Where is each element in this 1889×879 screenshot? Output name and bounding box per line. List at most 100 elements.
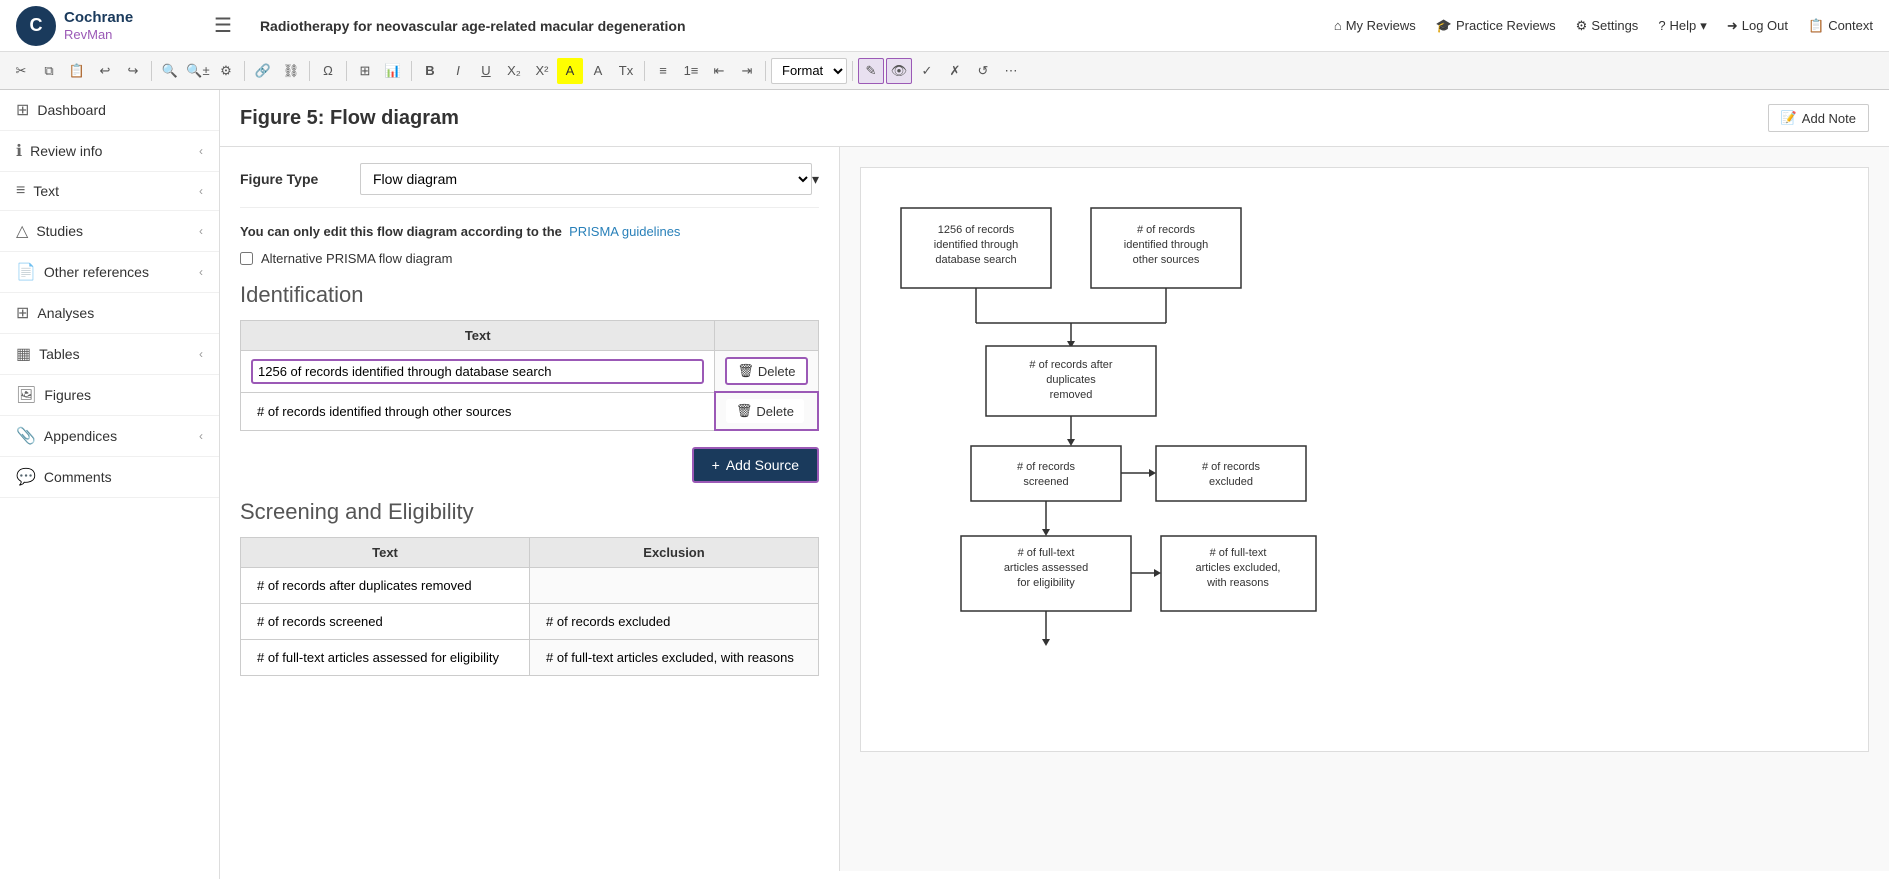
sidebar-item-label: Appendices: [44, 428, 117, 444]
dashboard-icon: ⊞: [16, 100, 29, 120]
screening-exclusion-2[interactable]: [540, 610, 808, 633]
toolbar-separator-1: [151, 61, 152, 81]
logo-icon: C: [16, 6, 56, 46]
edit-panel: Figure Type Flow diagram ▾ You can only …: [220, 147, 840, 871]
sidebar-item-text[interactable]: ≡ Text ‹: [0, 172, 219, 211]
superscript-button[interactable]: X²: [529, 58, 555, 84]
view-toggle-button[interactable]: 👁: [886, 58, 912, 84]
delete-row-2-button[interactable]: 🗑 Delete: [726, 399, 804, 423]
svg-text:screened: screened: [1023, 476, 1068, 488]
toolbar-separator-8: [852, 61, 853, 81]
bold-button[interactable]: B: [417, 58, 443, 84]
logo: C Cochrane RevMan: [16, 6, 186, 46]
logout-link[interactable]: ➜ Log Out: [1727, 18, 1788, 34]
sidebar-item-comments[interactable]: 💬 Comments: [0, 457, 219, 498]
figure-type-select[interactable]: Flow diagram: [360, 163, 812, 195]
prisma-info: You can only edit this flow diagram acco…: [240, 224, 819, 239]
toolbar-separator-7: [765, 61, 766, 81]
my-reviews-link[interactable]: ⌂ My Reviews: [1334, 18, 1416, 33]
svg-text:for eligibility: for eligibility: [1017, 577, 1075, 589]
remove-link-button[interactable]: ⛓: [278, 58, 304, 84]
settings-link[interactable]: ⚙ Settings: [1576, 18, 1639, 34]
screening-text-1[interactable]: [251, 574, 519, 597]
color-button[interactable]: A: [585, 58, 611, 84]
sidebar-item-label: Text: [33, 183, 59, 199]
screening-text-3[interactable]: [251, 646, 519, 669]
plus-icon: +: [712, 457, 720, 473]
help-icon: ?: [1658, 18, 1665, 33]
refresh-button[interactable]: ↺: [970, 58, 996, 84]
figure-type-row: Figure Type Flow diagram ▾: [240, 163, 819, 208]
alt-prisma-checkbox[interactable]: [240, 252, 253, 265]
check-button[interactable]: ✓: [914, 58, 940, 84]
sidebar-item-studies[interactable]: △ Studies ‹: [0, 211, 219, 252]
add-source-button[interactable]: + Add Source: [692, 447, 819, 483]
chevron-icon: ‹: [199, 265, 203, 279]
undo-button[interactable]: ↩: [92, 58, 118, 84]
insert-link-button[interactable]: 🔗: [250, 58, 276, 84]
underline-button[interactable]: U: [473, 58, 499, 84]
find-button[interactable]: 🔍: [157, 58, 183, 84]
delete-row-1-button[interactable]: 🗑 Delete: [725, 357, 807, 385]
add-note-button[interactable]: 📝 Add Note: [1768, 104, 1869, 132]
screening-row-1: [241, 568, 819, 604]
toolbar-separator-3: [309, 61, 310, 81]
chevron-icon: ‹: [199, 347, 203, 361]
format-select[interactable]: Format: [771, 58, 847, 84]
sidebar-item-figures[interactable]: 🖼 Figures: [0, 375, 219, 416]
screening-table: Text Exclusion: [240, 537, 819, 676]
home-icon: ⌂: [1334, 18, 1342, 33]
redo-button[interactable]: ↪: [120, 58, 146, 84]
sidebar-item-analyses[interactable]: ⊞ Analyses: [0, 293, 219, 334]
identification-row-2: 🗑 Delete: [241, 392, 819, 430]
cut-button[interactable]: ✂: [8, 58, 34, 84]
indent-more-button[interactable]: ⇥: [734, 58, 760, 84]
diagram-panel: 1256 of records identified through datab…: [840, 147, 1889, 871]
table-button[interactable]: ⊞: [352, 58, 378, 84]
prisma-link[interactable]: PRISMA guidelines: [569, 224, 680, 239]
sidebar-item-review-info[interactable]: ℹ Review info ‹: [0, 131, 219, 172]
identification-text-input-2[interactable]: [251, 400, 704, 423]
omega-button[interactable]: Ω: [315, 58, 341, 84]
add-source-label: Add Source: [726, 457, 799, 473]
flow-diagram: 1256 of records identified through datab…: [860, 167, 1869, 752]
sidebar-item-other-references[interactable]: 📄 Other references ‹: [0, 252, 219, 293]
identification-text-input-1[interactable]: [251, 359, 704, 384]
sidebar-item-label: Dashboard: [37, 102, 106, 118]
svg-text:with reasons: with reasons: [1206, 577, 1269, 589]
svg-text:articles excluded,: articles excluded,: [1196, 562, 1281, 574]
svg-text:duplicates: duplicates: [1046, 374, 1096, 386]
cross-button[interactable]: ✗: [942, 58, 968, 84]
special-button[interactable]: ⚙: [213, 58, 239, 84]
copy-button[interactable]: ⧉: [36, 58, 62, 84]
sidebar-item-tables[interactable]: ▦ Tables ‹: [0, 334, 219, 375]
screening-exclusion-3[interactable]: [540, 646, 808, 669]
italic-button[interactable]: I: [445, 58, 471, 84]
trash-icon: 🗑: [737, 363, 754, 379]
screening-row-2: [241, 604, 819, 640]
bullet-list-button[interactable]: ≡: [650, 58, 676, 84]
clear-format-button[interactable]: Tx: [613, 58, 639, 84]
sidebar-item-dashboard[interactable]: ⊞ Dashboard: [0, 90, 219, 131]
menu-toggle[interactable]: ☰: [206, 9, 240, 42]
highlight-button[interactable]: A: [557, 58, 583, 84]
sidebar-item-appendices[interactable]: 📎 Appendices ‹: [0, 416, 219, 457]
context-link[interactable]: 📋 Context: [1808, 18, 1873, 34]
note-icon: 📝: [1781, 110, 1797, 126]
references-icon: 📄: [16, 262, 36, 282]
indent-less-button[interactable]: ⇤: [706, 58, 732, 84]
subscript-button[interactable]: X₂: [501, 58, 527, 84]
more-button[interactable]: ⋯: [998, 58, 1024, 84]
find-replace-button[interactable]: 🔍±: [185, 58, 211, 84]
figure-body: Figure Type Flow diagram ▾ You can only …: [220, 147, 1889, 871]
number-list-button[interactable]: 1≡: [678, 58, 704, 84]
gear-icon: ⚙: [1576, 18, 1588, 34]
chart-button[interactable]: 📊: [380, 58, 406, 84]
paste-button[interactable]: 📋: [64, 58, 90, 84]
help-link[interactable]: ? Help ▾: [1658, 18, 1707, 34]
edit-mode-button[interactable]: ✎: [858, 58, 884, 84]
screening-text-2[interactable]: [251, 610, 519, 633]
flow-diagram-svg: 1256 of records identified through datab…: [871, 178, 1351, 738]
practice-reviews-link[interactable]: 🎓 Practice Reviews: [1436, 18, 1556, 34]
svg-text:# of records: # of records: [1202, 461, 1261, 473]
